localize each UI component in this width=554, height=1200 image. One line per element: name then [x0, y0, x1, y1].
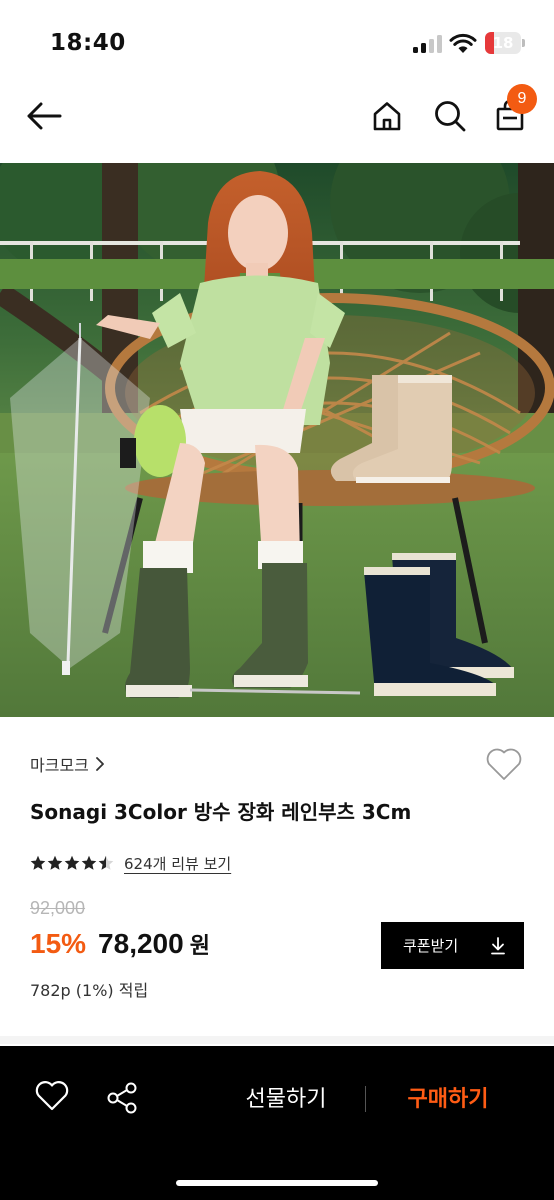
status-time: 18:40	[50, 30, 126, 56]
product-photo[interactable]	[0, 163, 554, 717]
brand-link[interactable]: 마크모크	[30, 752, 105, 776]
review-link[interactable]: 624개 리뷰 보기	[124, 853, 231, 874]
rating-stars	[30, 855, 114, 871]
discount-rate: 15%	[30, 928, 87, 959]
status-bar: 18:40 18	[0, 0, 554, 80]
nav-header	[0, 80, 554, 160]
price-row: 15% 78,200 원	[30, 928, 210, 960]
cart-count-badge: 9	[507, 84, 537, 114]
brand-name: 마크모크	[30, 756, 89, 775]
currency-label: 원	[189, 934, 210, 959]
arrow-left-icon	[27, 102, 62, 130]
reward-points: 782p (1%) 적립	[30, 981, 149, 1000]
heart-outline-icon	[35, 1081, 69, 1111]
home-icon	[373, 102, 401, 131]
buy-button[interactable]: 구매하기	[386, 1078, 510, 1122]
bottom-wishlist-button[interactable]	[34, 1080, 74, 1120]
star-icon	[47, 855, 63, 870]
star-icon	[81, 855, 97, 870]
battery-icon: 18	[485, 32, 525, 54]
star-icon	[30, 855, 46, 870]
share-button[interactable]	[104, 1080, 144, 1120]
coupon-button[interactable]: 쿠폰받기	[381, 922, 524, 969]
share-icon	[107, 1082, 137, 1114]
rating-row: 624개 리뷰 보기	[30, 852, 231, 874]
battery-level: 18	[492, 34, 514, 52]
button-separator	[365, 1086, 366, 1112]
bottom-action-bar: 선물하기 구매하기	[0, 1046, 554, 1200]
coupon-label: 쿠폰받기	[403, 937, 459, 955]
heart-outline-icon	[486, 748, 522, 780]
home-button[interactable]	[367, 96, 407, 136]
wifi-icon	[449, 33, 477, 53]
star-icon	[64, 855, 80, 870]
gift-button[interactable]: 선물하기	[224, 1078, 348, 1122]
sale-price: 78,200	[98, 928, 184, 959]
product-title: Sonagi 3Color 방수 장화 레인부츠 3Cm	[30, 800, 412, 824]
star-icon	[98, 855, 114, 870]
cellular-signal-icon	[413, 35, 443, 53]
chevron-right-icon	[95, 757, 104, 771]
home-indicator	[176, 1180, 378, 1186]
download-icon	[491, 936, 505, 954]
back-button[interactable]	[24, 96, 64, 136]
search-button[interactable]	[430, 96, 470, 136]
wishlist-button[interactable]	[484, 746, 524, 786]
search-icon	[435, 101, 466, 132]
original-price: 92,000	[30, 898, 86, 918]
section-divider	[0, 1036, 554, 1044]
